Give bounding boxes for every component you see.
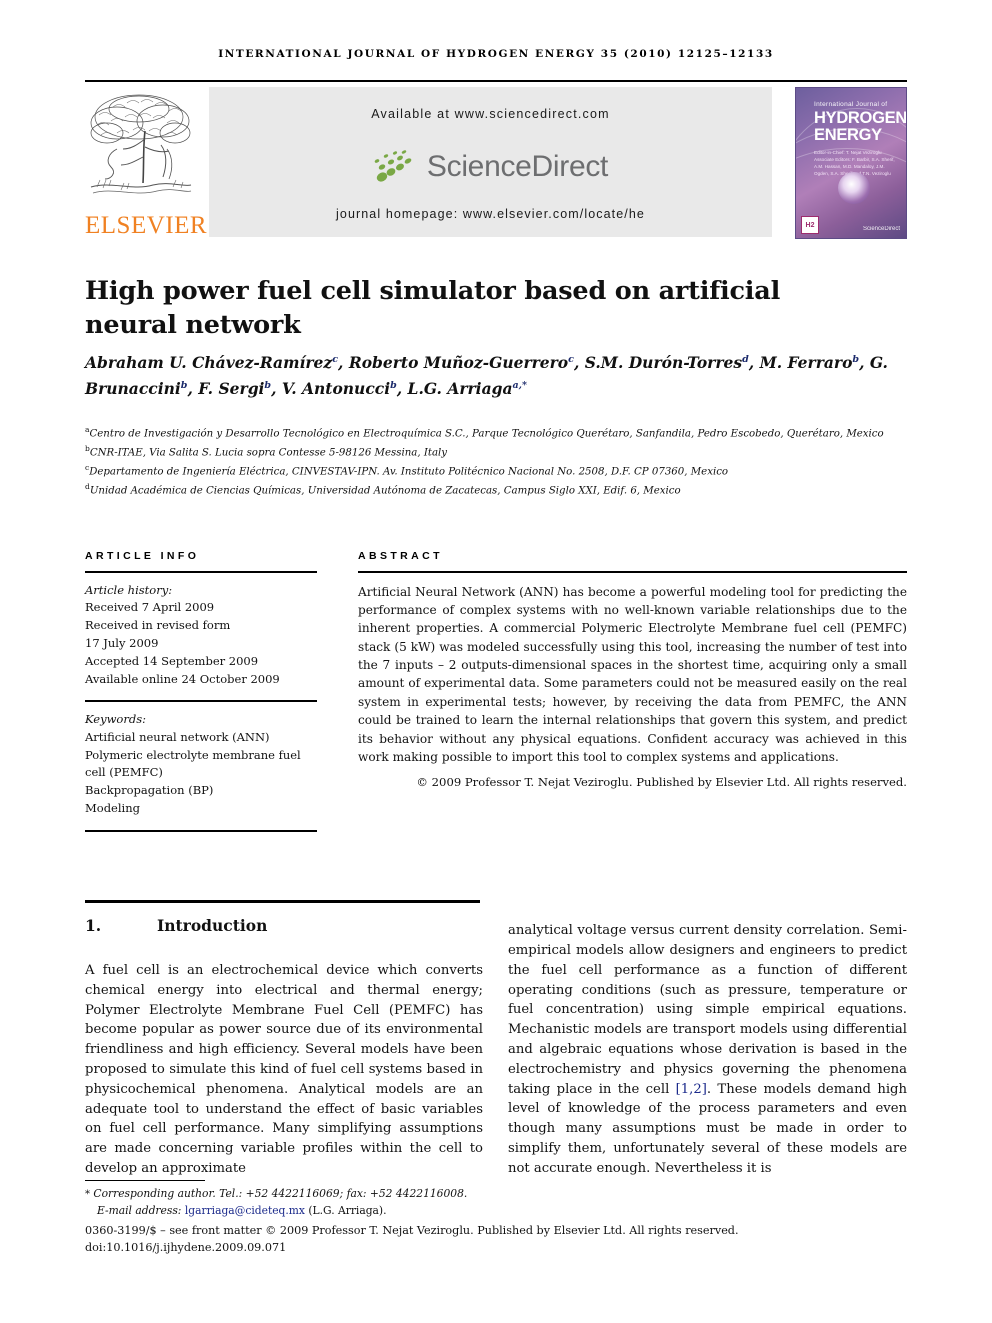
- abstract-block: ABSTRACT Artificial Neural Network (ANN)…: [358, 550, 907, 789]
- abstract-rule: [358, 571, 907, 573]
- introduction-heading: 1. Introduction: [85, 916, 483, 935]
- masthead: ELSEVIER Available at www.sciencedirect.…: [85, 85, 907, 240]
- author-affiliation-marker: b: [264, 379, 272, 391]
- author-affiliation-marker: a,*: [512, 379, 527, 391]
- author-affiliation-marker: b: [390, 379, 397, 391]
- sciencedirect-banner: Available at www.sciencedirect.com Scien…: [209, 87, 772, 237]
- sciencedirect-logo: ScienceDirect: [209, 143, 772, 191]
- page-title: High power fuel cell simulator based on …: [85, 276, 781, 340]
- footnote-rule: [85, 1180, 205, 1181]
- cover-h2-badge: H2: [801, 216, 819, 234]
- affiliation-marker: a: [85, 425, 90, 434]
- elsevier-logo: ELSEVIER: [85, 85, 208, 240]
- author-affiliation-marker: b: [852, 353, 860, 365]
- affiliation-marker: d: [85, 481, 90, 491]
- affiliation-marker: c: [85, 462, 90, 472]
- keyword-items: Artificial neural network (ANN) Polymeric…: [85, 729, 317, 819]
- author-affiliation-marker: b: [180, 379, 188, 391]
- citation-link-1-2[interactable]: [1,2]: [676, 1082, 707, 1097]
- cover-title-line3: ENERGY: [814, 126, 882, 144]
- author-list: Abraham U. Chávez-Ramírezc, Roberto Muño…: [85, 353, 888, 398]
- abstract-text: Artificial Neural Network (ANN) has beco…: [358, 584, 907, 764]
- keyword-item: Backpropagation (BP): [85, 783, 214, 798]
- article-info-block: ARTICLE INFO Article history: Received 7…: [85, 550, 317, 832]
- introduction-title: Introduction: [157, 916, 268, 935]
- sciencedirect-wordmark: ScienceDirect: [426, 150, 609, 183]
- cover-title-line2: HYDROGEN: [814, 108, 907, 127]
- article-info-heading: ARTICLE INFO: [85, 550, 200, 562]
- cover-sciencedirect-label: ScienceDirect: [862, 226, 900, 232]
- author-name: L.G. Arriaga: [407, 378, 513, 398]
- footnote-block: * Corresponding author. Tel.: +52 442211…: [85, 1186, 565, 1220]
- cover-title-line1: International Journal of: [814, 101, 888, 108]
- elsevier-tree-icon: [87, 87, 195, 207]
- article-history-items: Received 7 April 2009 Received in revised…: [85, 599, 317, 689]
- body-column-right: analytical voltage versus current densit…: [508, 908, 907, 1192]
- imprint-block: 0360-3199/$ – see front matter © 2009 Pr…: [85, 1222, 915, 1257]
- keywords: Keywords: Artificial neural network (ANN…: [85, 711, 317, 819]
- imprint-line-1: 0360-3199/$ – see front matter © 2009 Pr…: [85, 1224, 739, 1237]
- author-affiliation-marker: c: [568, 353, 574, 365]
- imprint-line-2: doi:10.1016/j.ijhydene.2009.09.071: [85, 1241, 287, 1255]
- keyword-item: Artificial neural network (ANN): [85, 729, 270, 744]
- article-info-rule-top: [85, 571, 317, 573]
- article-history-item: Accepted 14 September 2009: [85, 654, 259, 669]
- author-name: M. Ferraro: [759, 353, 853, 372]
- author-name: Roberto Muñoz-Guerrero: [348, 353, 569, 372]
- abstract-heading: ABSTRACT: [358, 550, 443, 562]
- introduction-rule: [85, 900, 480, 903]
- email-owner: (L.G. Arriaga).: [308, 1203, 387, 1217]
- article-info-rule-mid: [85, 700, 317, 702]
- body-column-left: 1. Introduction A fuel cell is an electr…: [85, 908, 483, 1192]
- intro-right-part1: analytical voltage versus current densit…: [508, 923, 907, 1097]
- article-info-rule-bottom: [85, 830, 317, 832]
- email-note: E-mail address: lgarriaga@cideteq.mx (L.…: [85, 1203, 565, 1220]
- introduction-paragraph-left: A fuel cell is an electrochemical device…: [85, 963, 483, 1176]
- article-history-item: Received 7 April 2009: [85, 600, 215, 615]
- affiliation-list: aCentro de Investigación y Desarrollo Te…: [85, 424, 915, 500]
- article-history-item: Received in revised form: [85, 618, 231, 633]
- affiliation-item: aCentro de Investigación y Desarrollo Te…: [85, 425, 884, 440]
- affiliation-item: bCNR-ITAE, Via Salita S. Lucia sopra Con…: [85, 443, 448, 459]
- elsevier-wordmark: ELSEVIER: [85, 212, 208, 239]
- journal-homepage-text: journal homepage: www.elsevier.com/locat…: [336, 207, 645, 221]
- author-affiliation-marker: d: [742, 353, 749, 365]
- author-name: S.M. Durón-Torres: [584, 353, 743, 372]
- introduction-paragraph-right: analytical voltage versus current densit…: [508, 921, 907, 1178]
- author-affiliation-marker: c: [332, 353, 339, 365]
- keyword-item: Polymeric electrolyte membrane fuel cell…: [85, 747, 301, 780]
- journal-cover-image: International Journal of HYDROGEN ENERGY…: [795, 87, 907, 239]
- author-name: Abraham U. Chávez-Ramírez: [85, 353, 333, 372]
- keywords-label: Keywords:: [85, 711, 146, 726]
- article-history-label: Article history:: [85, 582, 173, 597]
- cover-title: International Journal of HYDROGEN ENERGY: [814, 101, 907, 144]
- email-link[interactable]: lgarriaga@cideteq.mx: [185, 1204, 305, 1217]
- corresponding-author-note: * Corresponding author. Tel.: +52 442211…: [85, 1186, 565, 1203]
- footnote-marker: *: [85, 1189, 90, 1200]
- affiliation-marker: b: [85, 443, 90, 453]
- keyword-item: Modeling: [85, 801, 140, 816]
- cover-orb-graphic: [838, 172, 870, 204]
- available-at-text: Available at www.sciencedirect.com: [371, 107, 610, 121]
- sciencedirect-leaf-icon: [373, 148, 419, 187]
- affiliation-item: cDepartamento de Ingeniería Eléctrica, C…: [85, 462, 729, 478]
- email-label: E-mail address:: [97, 1203, 182, 1217]
- article-history: Article history: Received 7 April 2009 Re…: [85, 582, 317, 690]
- journal-article-first-page: INTERNATIONAL JOURNAL OF HYDROGEN ENERGY…: [0, 0, 992, 1323]
- introduction-number: 1.: [85, 916, 102, 935]
- corresponding-author-text: Corresponding author. Tel.: +52 44221160…: [93, 1187, 468, 1200]
- header-rule: [85, 80, 907, 82]
- running-head: INTERNATIONAL JOURNAL OF HYDROGEN ENERGY…: [218, 48, 774, 60]
- author-name: V. Antonucci: [281, 378, 391, 398]
- author-name: F. Sergi: [198, 378, 265, 398]
- abstract-copyright: © 2009 Professor T. Nejat Veziroglu. Pub…: [416, 775, 907, 790]
- article-history-item: 17 July 2009: [85, 636, 159, 651]
- article-history-item: Available online 24 October 2009: [85, 672, 280, 687]
- affiliation-item: dUnidad Académica de Ciencias Químicas, …: [85, 481, 681, 497]
